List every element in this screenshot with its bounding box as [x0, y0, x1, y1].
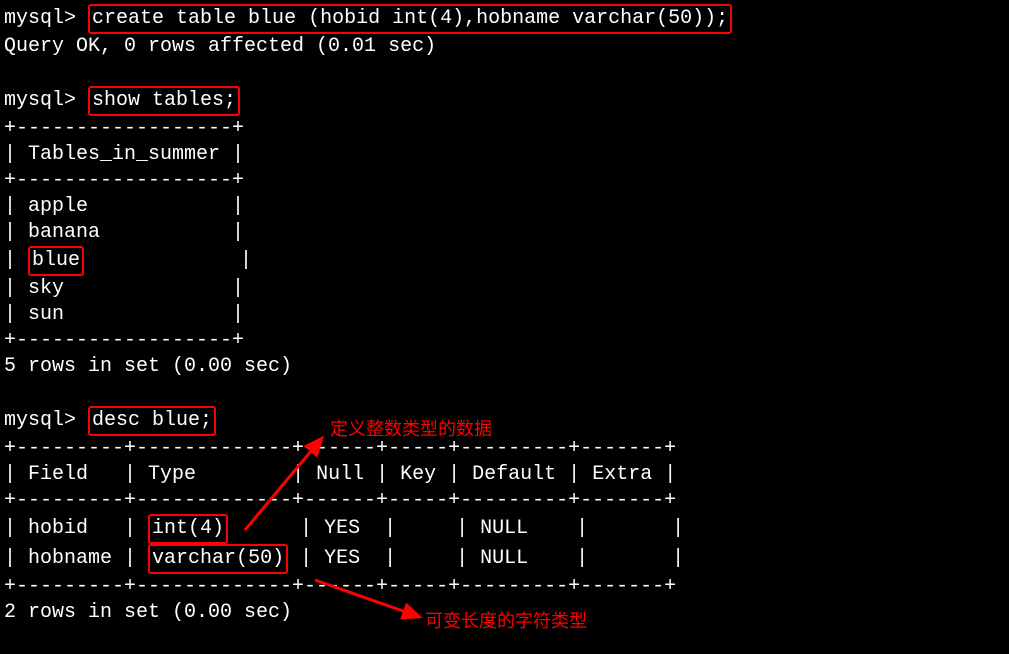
desc-row: | hobname | varchar(50) | YES | | NULL |… [4, 544, 1005, 574]
create-table-command: create table blue (hobid int(4),hobname … [88, 4, 732, 34]
table-row: | sky | [4, 276, 1005, 302]
highlighted-table-blue: blue [28, 246, 84, 276]
command-line-create: mysql> create table blue (hobid int(4),h… [4, 4, 1005, 34]
prompt: mysql> [4, 409, 76, 432]
table-separator: +------------------+ [4, 328, 1005, 354]
desc-row: | hobid | int(4) | YES | | NULL | | [4, 514, 1005, 544]
terminal-output: mysql> create table blue (hobid int(4),h… [4, 4, 1005, 626]
rows-in-set: 5 rows in set (0.00 sec) [4, 354, 1005, 380]
prompt: mysql> [4, 89, 76, 112]
table-row: | sun | [4, 302, 1005, 328]
int-type-highlight: int(4) [148, 514, 228, 544]
annotation-varchar-type: 可变长度的字符类型 [425, 610, 587, 633]
desc-header-row: | Field | Type | Null | Key | Default | … [4, 462, 1005, 488]
desc-command: desc blue; [88, 406, 216, 436]
desc-separator: +---------+-------------+------+-----+--… [4, 488, 1005, 514]
command-line-desc: mysql> desc blue; [4, 406, 1005, 436]
table-header-row: | Tables_in_summer | [4, 142, 1005, 168]
table-separator: +------------------+ [4, 168, 1005, 194]
tables-header: Tables_in_summer [28, 143, 220, 166]
show-tables-command: show tables; [88, 86, 240, 116]
command-line-show: mysql> show tables; [4, 86, 1005, 116]
table-row: | blue | [4, 246, 1005, 276]
prompt: mysql> [4, 7, 76, 30]
query-result: Query OK, 0 rows affected (0.01 sec) [4, 34, 1005, 60]
table-row: | apple | [4, 194, 1005, 220]
table-row: | banana | [4, 220, 1005, 246]
annotation-int-type: 定义整数类型的数据 [330, 418, 492, 441]
table-separator: +------------------+ [4, 116, 1005, 142]
desc-separator: +---------+-------------+------+-----+--… [4, 574, 1005, 600]
desc-separator: +---------+-------------+------+-----+--… [4, 436, 1005, 462]
varchar-type-highlight: varchar(50) [148, 544, 288, 574]
